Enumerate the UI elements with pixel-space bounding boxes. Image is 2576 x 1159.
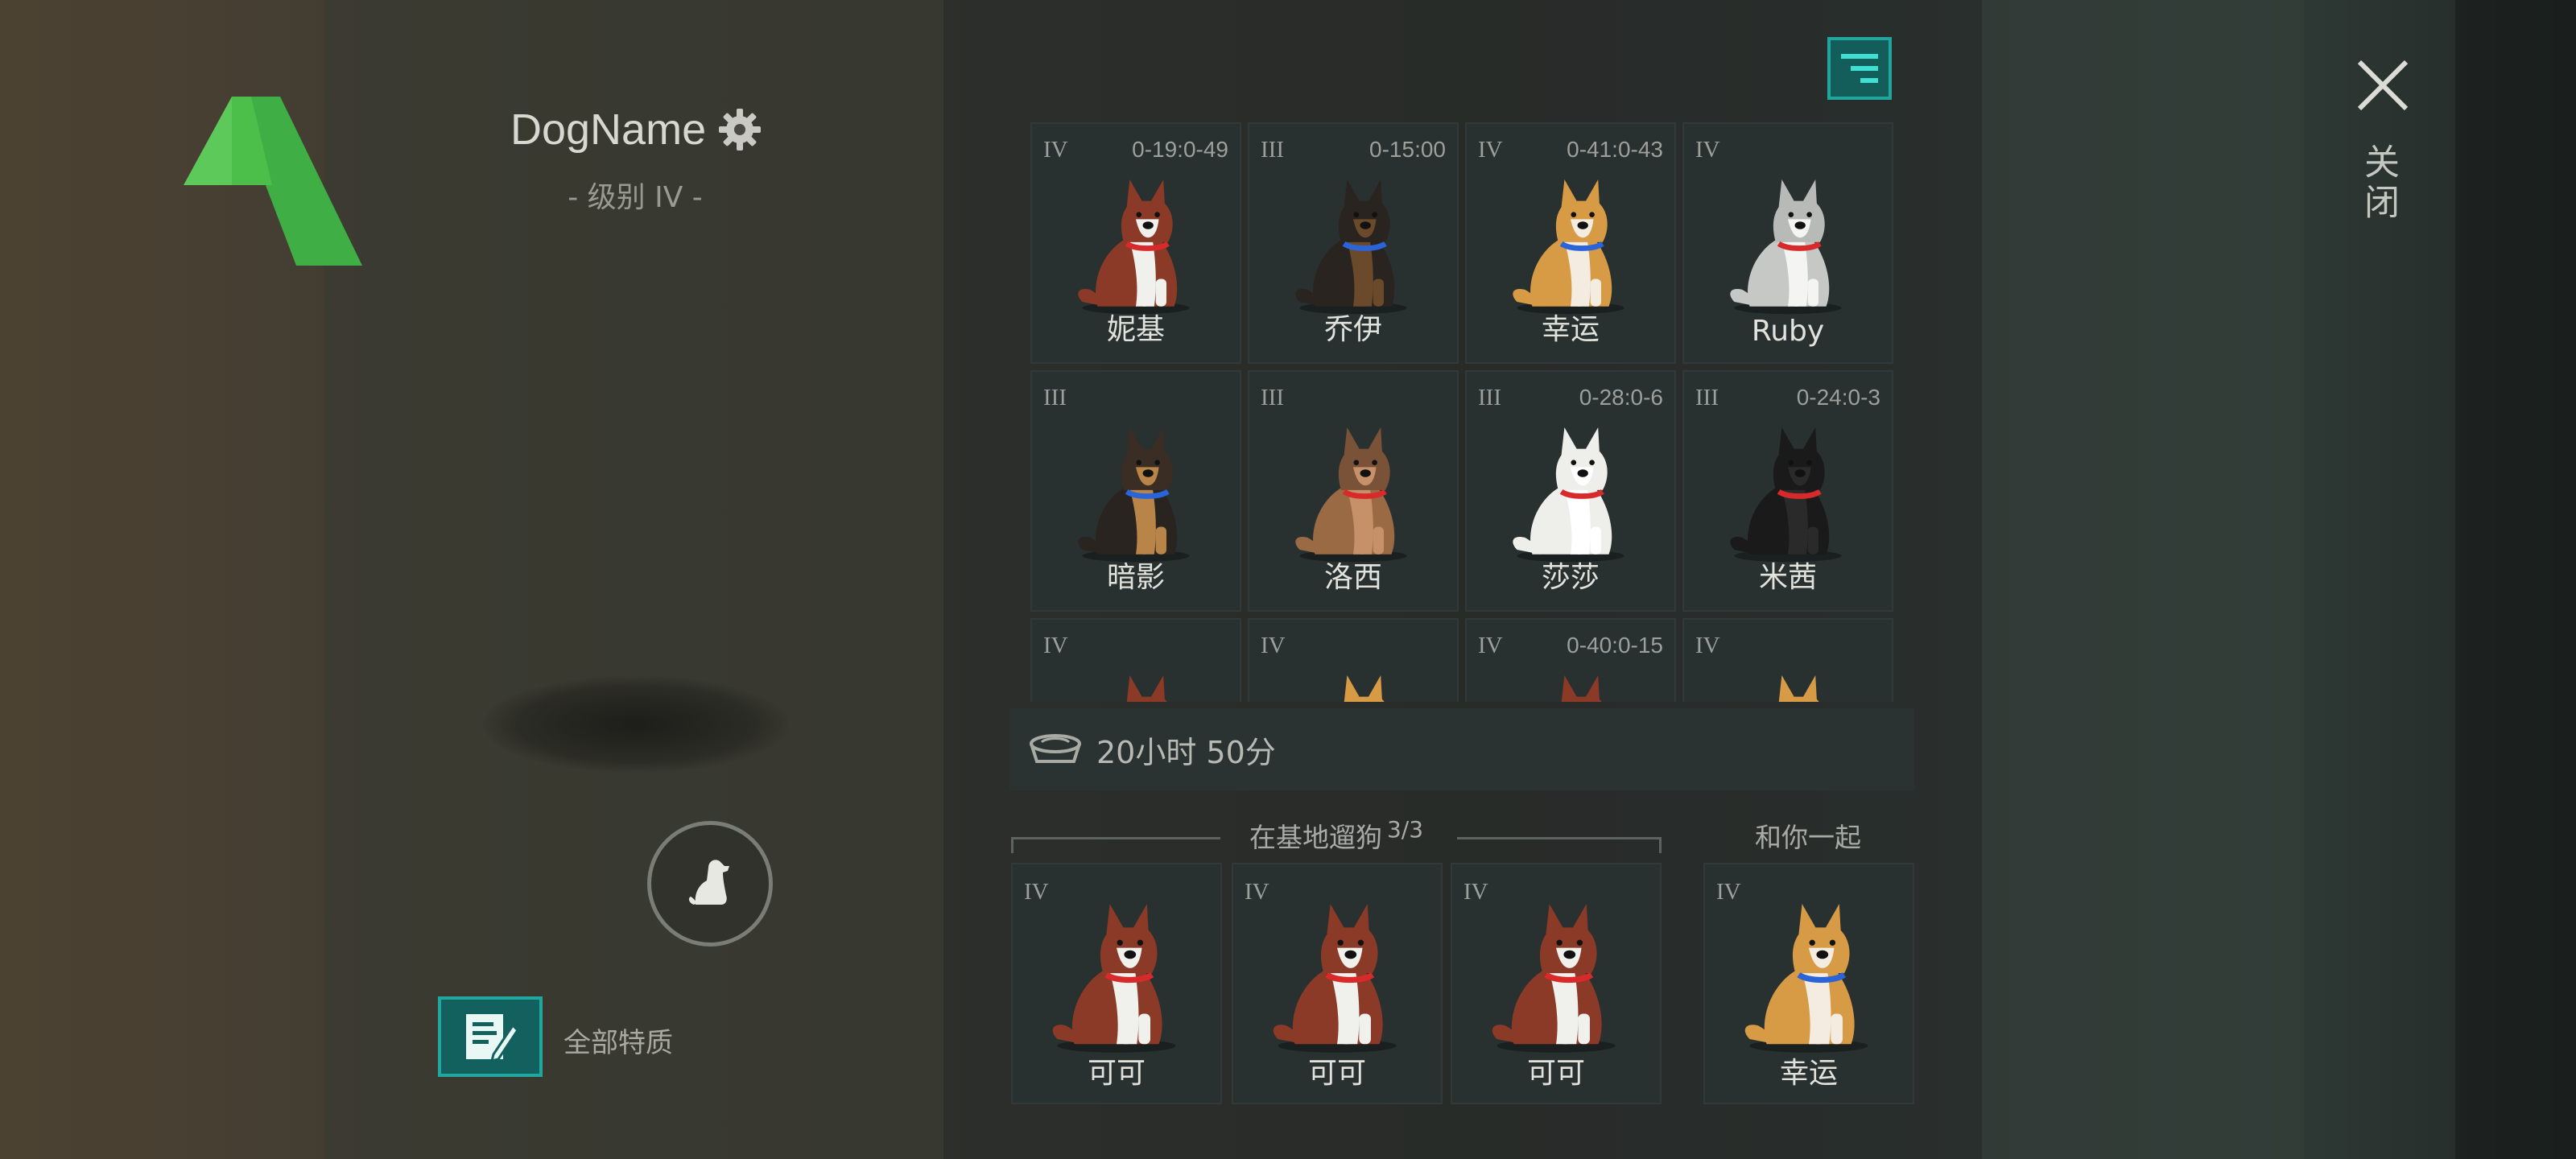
companion-title: 和你一起: [1755, 822, 1861, 853]
kennel-dog-card[interactable]: IV: [1248, 618, 1459, 702]
husky-dog-image: [1273, 904, 1397, 1053]
food-bar: 20小时 50分: [1009, 708, 1914, 790]
dog-level-badge: IV: [1043, 633, 1068, 658]
dog-name-label: 乔伊: [1323, 313, 1382, 346]
kennel-dog-card[interactable]: III 洛西: [1248, 370, 1459, 612]
walking-dog-card[interactable]: IV 可可: [1451, 863, 1662, 1104]
dog-name-label: 可可: [1526, 1057, 1585, 1090]
close-strip: [2455, 0, 2576, 1159]
dog-name-label: 幸运: [1541, 313, 1600, 346]
dog-name-label: 妮基: [1106, 313, 1165, 346]
dog-level-badge: IV: [1043, 137, 1068, 163]
close-x-icon: [2357, 60, 2409, 111]
husky-dog-image: [1126, 675, 1167, 702]
dog-name-label: 可可: [1087, 1057, 1146, 1090]
dog-timer: 0-19:0-49: [1132, 137, 1228, 162]
dog-timer: 0-24:0-3: [1796, 385, 1880, 410]
walk-count: 3/3: [1386, 816, 1424, 843]
corgi-dog-image: [1344, 675, 1385, 702]
dog-name: DogName: [510, 105, 707, 154]
dog-level: - 级别 IV -: [568, 181, 703, 214]
gear-icon[interactable]: [717, 107, 762, 152]
white-husky-dog-image: [1730, 179, 1842, 315]
dog-shadow: [483, 676, 789, 773]
food-bowl-icon: [1030, 734, 1081, 763]
all-traits-label: 全部特质: [564, 1027, 673, 1059]
kennel-grid: IV 0-19:0-49 妮基 III 0-15:00 乔伊 IV 0-41:0-43 幸运 IV…: [1030, 122, 1897, 702]
food-time-left: 20小时 50分: [1096, 734, 1276, 770]
black-pug-dog-image: [1730, 427, 1842, 563]
pet-dog-button[interactable]: [647, 821, 773, 947]
kennel-grid-viewport[interactable]: IV 0-19:0-49 妮基 III 0-15:00 乔伊 IV 0-41:0-43 幸运 IV…: [1030, 122, 1897, 702]
dog-level-badge: III: [1261, 137, 1284, 163]
kennel-dog-card[interactable]: IV 0-41:0-43 幸运: [1465, 122, 1676, 364]
husky-dog-image: [1492, 904, 1616, 1053]
sitting-dog-icon: [688, 860, 729, 905]
kennel-dog-card[interactable]: IV 0-19:0-49 妮基: [1030, 122, 1241, 364]
shepherd-tan-dog-image: [1295, 427, 1407, 563]
corgi-dog-image: [1744, 904, 1868, 1053]
green-a-logo: [184, 97, 362, 266]
kennel-dog-card[interactable]: III 0-28:0-6 莎莎: [1465, 370, 1676, 612]
dog-name-label: 洛西: [1323, 561, 1382, 594]
dog-name-label: 可可: [1307, 1057, 1366, 1090]
corgi-dog-image: [1513, 179, 1624, 315]
walking-dog-card[interactable]: IV 可可: [1232, 863, 1443, 1104]
kennel-dog-card[interactable]: III 0-24:0-3 米茜: [1682, 370, 1893, 612]
right-strip: [1982, 0, 2304, 1159]
corgi-dog-image: [1778, 675, 1819, 702]
dog-timer: 0-41:0-43: [1567, 137, 1663, 162]
dog-name-label: 暗影: [1106, 561, 1165, 594]
walk-title-wrap: 在基地遛狗 3/3: [1011, 816, 1662, 855]
walk-title: 在基地遛狗: [1249, 822, 1382, 853]
close-label[interactable]: 关闭: [2358, 143, 2404, 224]
dog-level-badge: III: [1478, 385, 1501, 410]
dog-timer: 0-15:00: [1369, 137, 1446, 162]
husky-dog-image: [1078, 179, 1190, 315]
dog-timer: 0-28:0-6: [1579, 385, 1663, 410]
kennel-dog-card[interactable]: IV: [1030, 618, 1241, 702]
dog-timer: 0-40:0-15: [1567, 633, 1663, 658]
black-puppy-dog-image: [1295, 179, 1407, 315]
dog-name-label: 米茜: [1758, 561, 1817, 594]
kennel-dog-card[interactable]: III 暗影: [1030, 370, 1241, 612]
notes-pen-icon: [466, 1014, 519, 1063]
dog-name-label: 莎莎: [1541, 561, 1600, 594]
dog-name-row: DogName: [510, 105, 762, 155]
filter-lines-icon: [1841, 54, 1878, 83]
kennel-dog-card[interactable]: IV 0-40:0-15: [1465, 618, 1676, 702]
walking-dog-card[interactable]: IV 可可: [1011, 863, 1222, 1104]
dog-level-badge: IV: [1695, 633, 1720, 658]
dog-name-label: 幸运: [1779, 1057, 1838, 1090]
dog-level-badge: III: [1261, 385, 1284, 410]
white-puppy-dog-image: [1513, 427, 1624, 563]
dog-level-badge: IV: [1478, 137, 1503, 163]
dog-level-badge: IV: [1695, 137, 1720, 163]
walk-section-header: 在基地遛狗 3/3: [1011, 813, 1662, 853]
dog-level-badge: IV: [1261, 633, 1286, 658]
kennel-dog-card[interactable]: III 0-15:00 乔伊: [1248, 122, 1459, 364]
dog-level-badge: III: [1043, 385, 1067, 410]
kennel-dog-card[interactable]: IV: [1682, 618, 1893, 702]
kennel-dog-card[interactable]: IV Ruby: [1682, 122, 1893, 364]
dog-level-badge: III: [1695, 385, 1719, 410]
shepherd-dark-dog-image: [1078, 427, 1190, 563]
husky-dog-image: [1052, 904, 1176, 1053]
dog-level-badge: IV: [1478, 633, 1503, 658]
husky-dog-image: [1561, 675, 1602, 702]
dog-name-label: Ruby: [1751, 315, 1825, 348]
all-traits-button[interactable]: [438, 996, 543, 1077]
close-button[interactable]: [2351, 53, 2415, 118]
companion-dog-card[interactable]: IV 幸运: [1703, 863, 1914, 1104]
filter-button[interactable]: [1827, 37, 1892, 100]
